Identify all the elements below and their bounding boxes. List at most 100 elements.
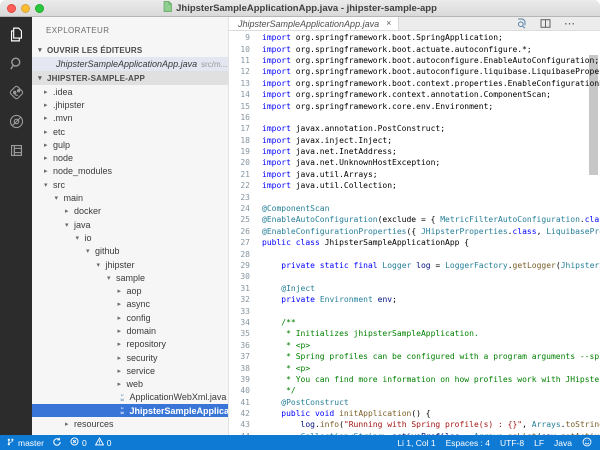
code-line-27[interactable]: 27public class JhipsterSampleApplication… (229, 237, 600, 248)
code-line-24[interactable]: 24@ComponentScan (229, 203, 600, 214)
code-line-23[interactable]: 23 (229, 191, 600, 202)
extensions-icon[interactable] (5, 141, 27, 159)
code-line-35[interactable]: 35 * Initializes jhipsterSampleApplicati… (229, 328, 600, 339)
tree-folder-gulp[interactable]: ▸gulp (32, 138, 228, 151)
code-line-21[interactable]: 21import java.util.Arrays; (229, 169, 600, 180)
code-line-9[interactable]: 9import org.springframework.boot.SpringA… (229, 32, 600, 43)
code-line-38[interactable]: 38 * <p> (229, 362, 600, 373)
chevron-right-icon: ▸ (118, 300, 127, 308)
tree-folder-service[interactable]: ▸service (32, 364, 228, 377)
open-editor-item[interactable]: JhipsterSampleApplicationApp.java src/m.… (32, 57, 228, 71)
close-tab-icon[interactable]: × (386, 19, 391, 28)
statusbar-feedback-smiley[interactable] (582, 437, 592, 449)
tree-folder-repository[interactable]: ▸repository (32, 338, 228, 351)
code-line-18[interactable]: 18import javax.inject.Inject; (229, 135, 600, 146)
code-line-40[interactable]: 40 */ (229, 385, 600, 396)
tree-folder-.jhipster[interactable]: ▸.jhipster (32, 98, 228, 111)
tree-folder-resources[interactable]: ▸resources (32, 417, 228, 430)
code-line-42[interactable]: 42 public void initApplication() { (229, 408, 600, 419)
code-line-31[interactable]: 31 @Inject (229, 283, 600, 294)
project-header[interactable]: ▾ JHIPSTER-SAMPLE-APP (32, 71, 228, 85)
code-line-12[interactable]: 12import org.springframework.boot.autoco… (229, 66, 600, 77)
statusbar-indentation[interactable]: Espaces : 4 (446, 438, 490, 448)
statusbar-end-of-line[interactable]: LF (534, 438, 544, 448)
tree-folder-etc[interactable]: ▸etc (32, 125, 228, 138)
code-line-32[interactable]: 32 private Environment env; (229, 294, 600, 305)
code-line-36[interactable]: 36 * <p> (229, 340, 600, 351)
tree-folder-async[interactable]: ▸async (32, 298, 228, 311)
statusbar-git-branch[interactable]: master (6, 437, 44, 449)
tree-folder-aop[interactable]: ▸aop (32, 284, 228, 297)
tree-file-jhipstersampleapplicationapp.java[interactable]: JhipsterSampleApplicationApp.java (32, 404, 228, 417)
tree-item-label: io (85, 233, 92, 243)
code-line-17[interactable]: 17import javax.annotation.PostConstruct; (229, 123, 600, 134)
code-line-33[interactable]: 33 (229, 305, 600, 316)
tree-file-applicationwebxml.java[interactable]: ApplicationWebXml.java (32, 391, 228, 404)
code-line-34[interactable]: 34 /** (229, 317, 600, 328)
chevron-down-icon: ▾ (55, 194, 64, 202)
split-editor-icon[interactable] (540, 18, 551, 29)
chevron-right-icon: ▸ (44, 101, 53, 109)
code-line-39[interactable]: 39 * You can find more information on ho… (229, 374, 600, 385)
tree-folder-web[interactable]: ▸web (32, 378, 228, 391)
line-number: 43 (229, 420, 250, 429)
tree-folder-docker[interactable]: ▸docker (32, 205, 228, 218)
tab-jhipster-sample-application-app[interactable]: JhipsterSampleApplicationApp.java × (229, 17, 399, 30)
statusbar-git-sync[interactable] (52, 437, 62, 449)
code-line-22[interactable]: 22import java.util.Collection; (229, 180, 600, 191)
code-line-20[interactable]: 20import java.net.UnknownHostException; (229, 157, 600, 168)
status-bar: master 00 Li 1, Col 1 Espaces : 4 UTF-8 LF Ja… (0, 435, 600, 450)
open-editors-header[interactable]: ▾ OUVRIR LES ÉDITEURS (32, 43, 228, 57)
statusbar-errors[interactable]: 0 (70, 437, 87, 448)
code-line-26[interactable]: 26@EnableConfigurationProperties({ JHips… (229, 226, 600, 237)
tree-item-label: .mvn (53, 113, 73, 123)
code-line-41[interactable]: 41 @PostConstruct (229, 397, 600, 408)
statusbar-warnings[interactable]: 0 (95, 437, 112, 448)
code-line-15[interactable]: 15import org.springframework.core.env.En… (229, 100, 600, 111)
code-line-30[interactable]: 30 (229, 271, 600, 282)
code-line-14[interactable]: 14import org.springframework.context.ann… (229, 89, 600, 100)
statusbar-cursor-position[interactable]: Li 1, Col 1 (397, 438, 435, 448)
statusbar-language-mode[interactable]: Java (554, 438, 572, 448)
tree-folder-security[interactable]: ▸security (32, 351, 228, 364)
tree-folder-main[interactable]: ▾main (32, 191, 228, 204)
tree-folder-sample[interactable]: ▾sample (32, 271, 228, 284)
search-icon[interactable] (5, 54, 27, 72)
tree-item-label: gulp (53, 140, 70, 150)
code-editor[interactable]: 9import org.springframework.boot.SpringA… (229, 31, 600, 435)
code-line-37[interactable]: 37 * Spring profiles can be configured w… (229, 351, 600, 362)
editor-group: JhipsterSampleApplicationApp.java × ⋯ 9i… (229, 17, 600, 435)
tree-folder-.mvn[interactable]: ▸.mvn (32, 112, 228, 125)
code-line-19[interactable]: 19import java.net.InetAddress; (229, 146, 600, 157)
tree-item-label: domain (127, 326, 157, 336)
code-line-10[interactable]: 10import org.springframework.boot.actuat… (229, 43, 600, 54)
tree-folder-io[interactable]: ▾io (32, 231, 228, 244)
maximize-window-button[interactable] (35, 4, 44, 13)
code-line-25[interactable]: 25@EnableAutoConfiguration(exclude = { M… (229, 214, 600, 225)
code-line-43[interactable]: 43 log.info("Running with Spring profile… (229, 419, 600, 430)
minimize-window-button[interactable] (21, 4, 30, 13)
code-line-11[interactable]: 11import org.springframework.boot.autoco… (229, 55, 600, 66)
tree-folder-github[interactable]: ▾github (32, 245, 228, 258)
tree-folder-node_modules[interactable]: ▸node_modules (32, 165, 228, 178)
code-line-16[interactable]: 16 (229, 112, 600, 123)
tree-folder-node[interactable]: ▸node (32, 151, 228, 164)
line-number: 34 (229, 318, 250, 327)
explorer-icon[interactable] (5, 25, 27, 43)
source-control-icon[interactable] (5, 83, 27, 101)
code-line-28[interactable]: 28 (229, 248, 600, 259)
statusbar-encoding[interactable]: UTF-8 (500, 438, 524, 448)
code-line-29[interactable]: 29 private static final Logger log = Log… (229, 260, 600, 271)
close-window-button[interactable] (7, 4, 16, 13)
code-line-13[interactable]: 13import org.springframework.boot.contex… (229, 78, 600, 89)
tree-folder-config[interactable]: ▸config (32, 311, 228, 324)
chevron-right-icon: ▸ (118, 380, 127, 388)
tree-folder-domain[interactable]: ▸domain (32, 324, 228, 337)
tree-folder-jhipster[interactable]: ▾jhipster (32, 258, 228, 271)
debug-icon[interactable] (5, 112, 27, 130)
tree-folder-src[interactable]: ▾src (32, 178, 228, 191)
tree-folder-java[interactable]: ▾java (32, 218, 228, 231)
open-preview-icon[interactable] (516, 18, 527, 29)
tree-folder-.idea[interactable]: ▸.idea (32, 85, 228, 98)
code-line-44[interactable]: 44 Collection<String> activeProfiles = A… (229, 431, 600, 435)
